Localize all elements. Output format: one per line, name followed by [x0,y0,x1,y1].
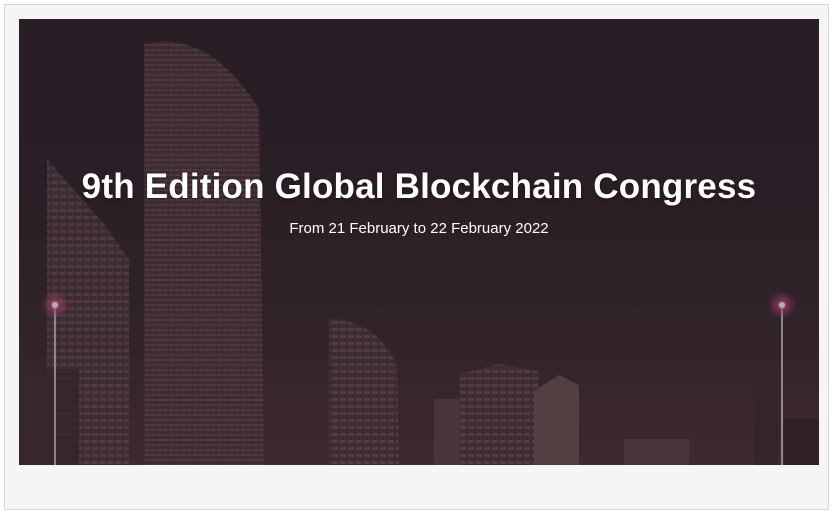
event-title: 9th Edition Global Blockchain Congress [81,167,757,206]
event-dates: From 21 February to 22 February 2022 [289,220,549,237]
event-card: 9th Edition Global Blockchain Congress F… [4,4,829,510]
hero-banner: 9th Edition Global Blockchain Congress F… [19,19,819,465]
hero-overlay [19,19,819,465]
